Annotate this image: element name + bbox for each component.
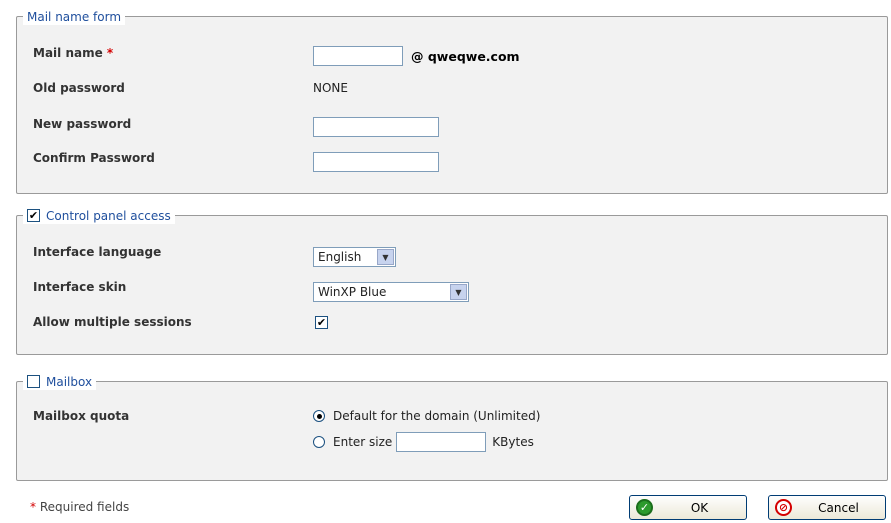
mail-name-legend: Mail name form [23,8,126,25]
quota-size-unit: KBytes [492,435,534,449]
cp-access-legend-text: Control panel access [46,208,171,223]
old-password-label: Old password [33,81,125,95]
cp-access-legend: ✔ Control panel access [23,207,175,224]
quota-default-radio[interactable] [313,410,325,422]
mailbox-checkbox[interactable] [27,375,40,388]
domain-suffix: @ qweqwe.com [411,49,520,64]
mail-name-input[interactable] [313,46,403,66]
interface-language-value: English [318,250,362,264]
ok-label: OK [690,500,709,515]
interface-language-label: Interface language [33,245,162,259]
quota-size-input[interactable] [396,432,487,452]
new-password-input[interactable] [313,117,439,137]
mailbox-fieldset: Mailbox Mailbox quota Default for the do… [16,373,888,481]
ok-button[interactable]: ✓ OK [629,495,747,520]
required-asterisk: * [106,46,114,60]
mail-name-label-text: Mail name [33,46,103,60]
quota-enter-size-option[interactable]: Enter size KBytes [313,432,534,452]
cancel-icon: ⊘ [775,499,792,516]
quota-default-option[interactable]: Default for the domain (Unlimited) [313,409,540,423]
mailbox-quota-label: Mailbox quota [33,409,130,423]
required-asterisk: * [30,500,36,514]
cancel-button[interactable]: ⊘ Cancel [768,495,886,520]
quota-default-label: Default for the domain (Unlimited) [333,409,541,423]
required-fields-text: Required fields [39,500,130,514]
quota-enter-size-radio[interactable] [313,436,325,448]
mailbox-legend: Mailbox [23,373,97,390]
radio-selected-dot [316,413,322,419]
new-password-label: New password [33,117,132,131]
old-password-value: NONE [313,81,348,95]
interface-skin-select[interactable]: WinXP Blue ▼ [313,282,469,302]
cancel-label: Cancel [818,500,859,515]
allow-multiple-sessions-label: Allow multiple sessions [33,315,192,329]
cp-access-checkbox[interactable]: ✔ [27,209,40,222]
interface-skin-value: WinXP Blue [318,285,387,299]
mailbox-legend-text: Mailbox [46,374,93,389]
check-icon: ✓ [636,499,653,516]
chevron-down-icon: ▼ [377,249,394,265]
cp-access-fieldset: ✔ Control panel access Interface languag… [16,207,888,355]
quota-enter-size-label: Enter size [333,435,393,449]
required-fields-note: * Required fields [30,500,129,514]
interface-language-select[interactable]: English ▼ [313,247,396,267]
mail-name-fieldset: Mail name form Mail name * @ qweqwe.com … [16,8,888,194]
confirm-password-input[interactable] [313,152,439,172]
interface-skin-label: Interface skin [33,280,127,294]
confirm-password-label: Confirm Password [33,151,155,165]
allow-multiple-sessions-checkbox[interactable]: ✔ [315,316,328,329]
chevron-down-icon: ▼ [450,284,467,300]
mail-name-legend-text: Mail name form [27,9,122,24]
mail-name-label: Mail name * [33,46,113,60]
